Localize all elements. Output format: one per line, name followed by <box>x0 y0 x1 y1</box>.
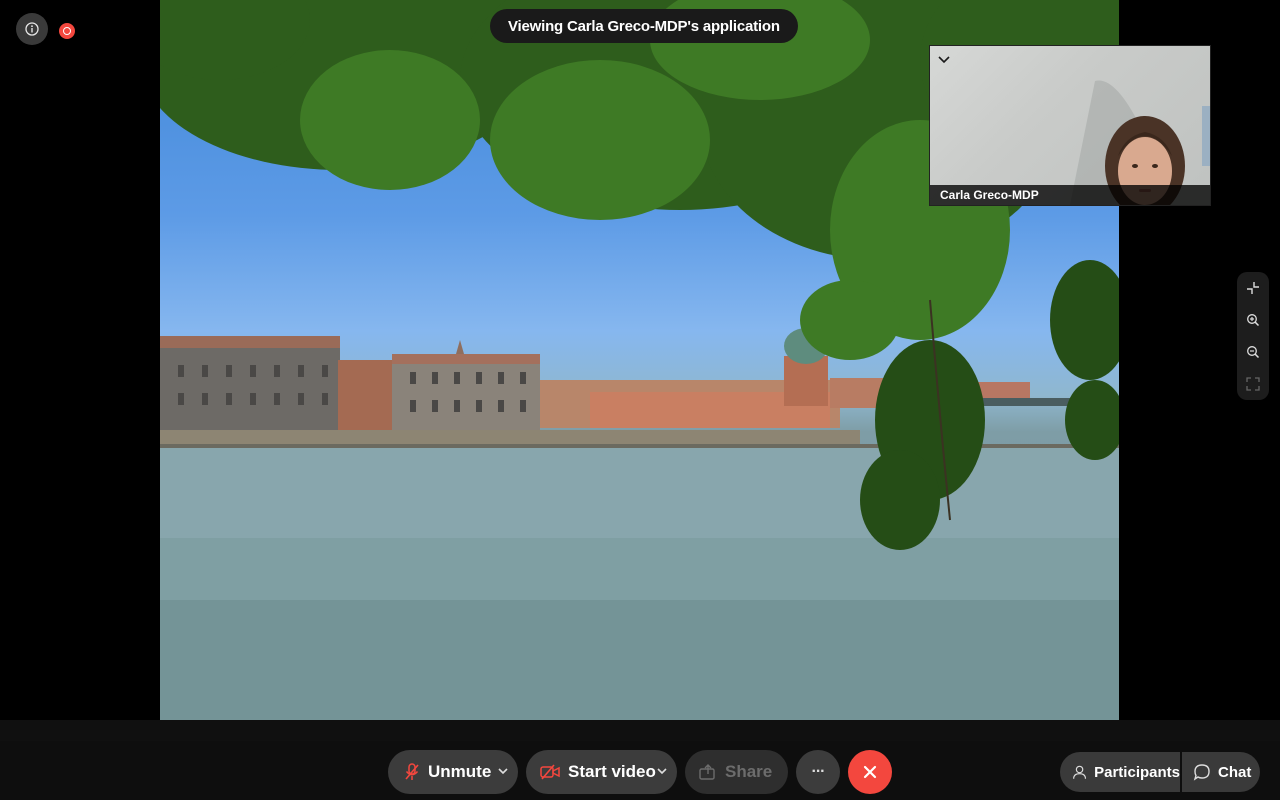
collapse-tile-button[interactable] <box>938 52 950 70</box>
recording-icon <box>63 27 71 35</box>
chevron-down-icon[interactable] <box>498 764 508 778</box>
participant-name-label: Carla Greco-MDP <box>930 185 1210 205</box>
share-button[interactable]: Share <box>685 750 788 794</box>
unmute-label: Unmute <box>428 762 492 781</box>
participants-icon <box>1073 765 1087 779</box>
end-call-icon <box>863 765 877 779</box>
chat-icon <box>1193 764 1210 781</box>
end-call-button[interactable] <box>848 750 892 794</box>
participant-video-feed <box>1070 80 1210 205</box>
fit-screen-button[interactable] <box>1237 368 1269 400</box>
zoom-controls <box>1237 272 1269 400</box>
chevron-down-icon[interactable] <box>657 764 667 778</box>
zoom-out-button[interactable] <box>1237 336 1269 368</box>
share-icon <box>699 764 715 780</box>
collapse-icon <box>938 56 950 64</box>
participants-button[interactable]: Participants <box>1060 752 1180 792</box>
more-icon: ··· <box>811 763 826 780</box>
more-options-button[interactable]: ··· <box>796 750 840 794</box>
info-icon <box>25 22 39 36</box>
share-label: Share <box>725 762 773 781</box>
divider-strip <box>0 720 1280 741</box>
fullscreen-icon <box>1246 377 1260 391</box>
exit-fullscreen-button[interactable] <box>1237 272 1269 304</box>
viewing-banner: Viewing Carla Greco-MDP's application <box>490 9 798 43</box>
start-video-button[interactable]: Start video <box>526 750 677 794</box>
meeting-info-button[interactable] <box>16 13 48 45</box>
exit-fullscreen-icon <box>1247 282 1259 294</box>
participant-video-tile[interactable]: Carla Greco-MDP <box>929 45 1211 206</box>
video-off-icon <box>540 764 560 780</box>
zoom-in-icon <box>1247 314 1260 327</box>
chat-button[interactable]: Chat <box>1182 752 1260 792</box>
zoom-out-icon <box>1247 346 1260 359</box>
meeting-control-bar: Unmute Start video Share ··· Participant… <box>0 741 1280 800</box>
participants-label: Participants <box>1094 763 1180 781</box>
unmute-button[interactable]: Unmute <box>388 750 518 794</box>
recording-indicator[interactable] <box>59 23 75 39</box>
viewing-banner-text: Viewing Carla Greco-MDP's application <box>508 17 780 35</box>
mic-off-icon <box>405 763 419 780</box>
zoom-in-button[interactable] <box>1237 304 1269 336</box>
chat-label: Chat <box>1218 763 1252 781</box>
start-video-label: Start video <box>568 762 656 781</box>
